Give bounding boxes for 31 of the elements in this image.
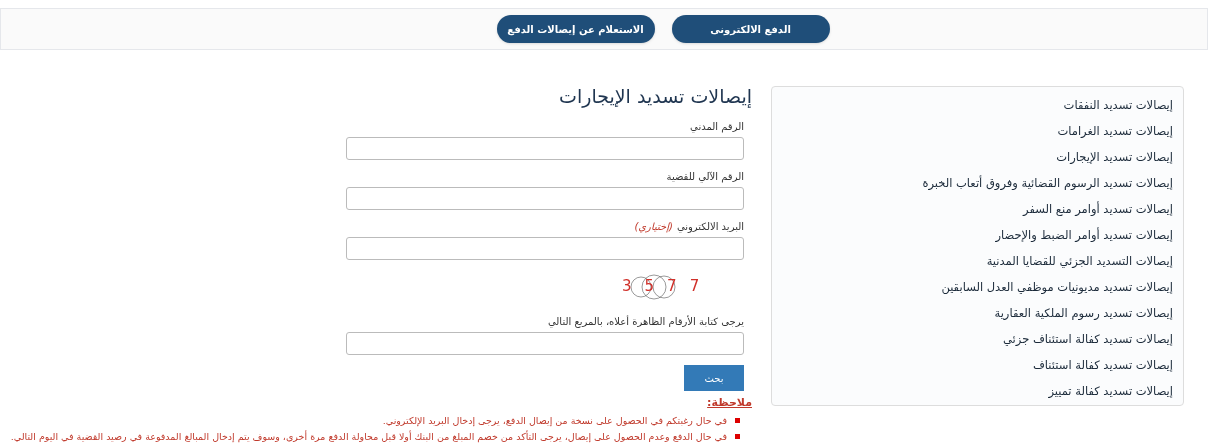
search-button[interactable]: بحث <box>684 365 744 391</box>
sidebar-link[interactable]: إيصالات تسديد مديونيات موظفي العدل السابقين <box>941 275 1173 301</box>
sidebar-link[interactable]: إيصالات تسديد الإيجارات <box>1056 145 1173 171</box>
nav-button[interactable]: الاستعلام عن إيصالات الدفع <box>496 15 655 43</box>
input-field[interactable] <box>346 332 744 355</box>
optional-hint: (إختياري) <box>634 219 673 234</box>
captcha-image: 3577 <box>618 272 706 300</box>
sidebar-link[interactable]: إيصالات تسديد النفقات <box>1063 93 1173 119</box>
page-title: إيصالات تسديد الإيجارات <box>559 84 752 109</box>
sidebar-link[interactable]: إيصالات تسديد أوامر منع السفر <box>1023 197 1173 223</box>
note-text: في حال رغبتكم في الحصول على نسخة من إيصال الدفع، يرجى إدخال البريد الإلكتروني. <box>382 413 727 428</box>
sidebar-link[interactable]: إيصالات تسديد الرسوم القضائية وفروق أتعاب الخبرة <box>922 171 1173 197</box>
field-label: الرقم المدني <box>690 119 744 134</box>
sidebar-link[interactable]: إيصالات تسديد رسوم الملكية العقارية <box>994 301 1173 327</box>
input-field[interactable] <box>346 187 744 210</box>
nav-button[interactable]: الدفع الالكترونى <box>671 15 830 43</box>
sidebar-link[interactable]: إيصالات تسديد الغرامات <box>1057 119 1173 145</box>
field-label: الرقم الآلي للقضية <box>666 169 744 184</box>
field-label: يرجى كتابة الأرقام الظاهرة أعلاه، بالمربع التالي <box>547 314 744 330</box>
note-text: في حال الدفع وعدم الحصول على إيصال، يرجى التأكد من خصم المبلغ من البنك أولا قبل محاولة الدفع مرة أخرى، وسوف يتم إدخال المبالغ المدفوعة في رصيد القضية في اليوم التالي. <box>10 429 727 444</box>
sidebar-link[interactable]: إيصالات تسديد كفالة تمييز <box>1048 379 1173 405</box>
bullet-icon <box>735 434 740 440</box>
sidebar-link[interactable]: إيصالات تسديد كفالة استئناف جزئي <box>1003 327 1173 353</box>
bullet-icon <box>735 418 740 424</box>
sidebar-link[interactable]: إيصالات تسديد كفالة استئناف <box>1032 353 1173 379</box>
input-field[interactable] <box>346 137 744 160</box>
sidebar-link[interactable]: إيصالات التسديد الجزئي للقضايا المدنية <box>986 249 1173 275</box>
input-field[interactable] <box>346 237 744 260</box>
sidebar-link[interactable]: إيصالات تسديد أوامر الضبط والإحضار <box>995 223 1173 249</box>
note-title: ملاحظة: <box>707 395 752 411</box>
field-label: البريد الالكتروني <box>676 219 744 234</box>
